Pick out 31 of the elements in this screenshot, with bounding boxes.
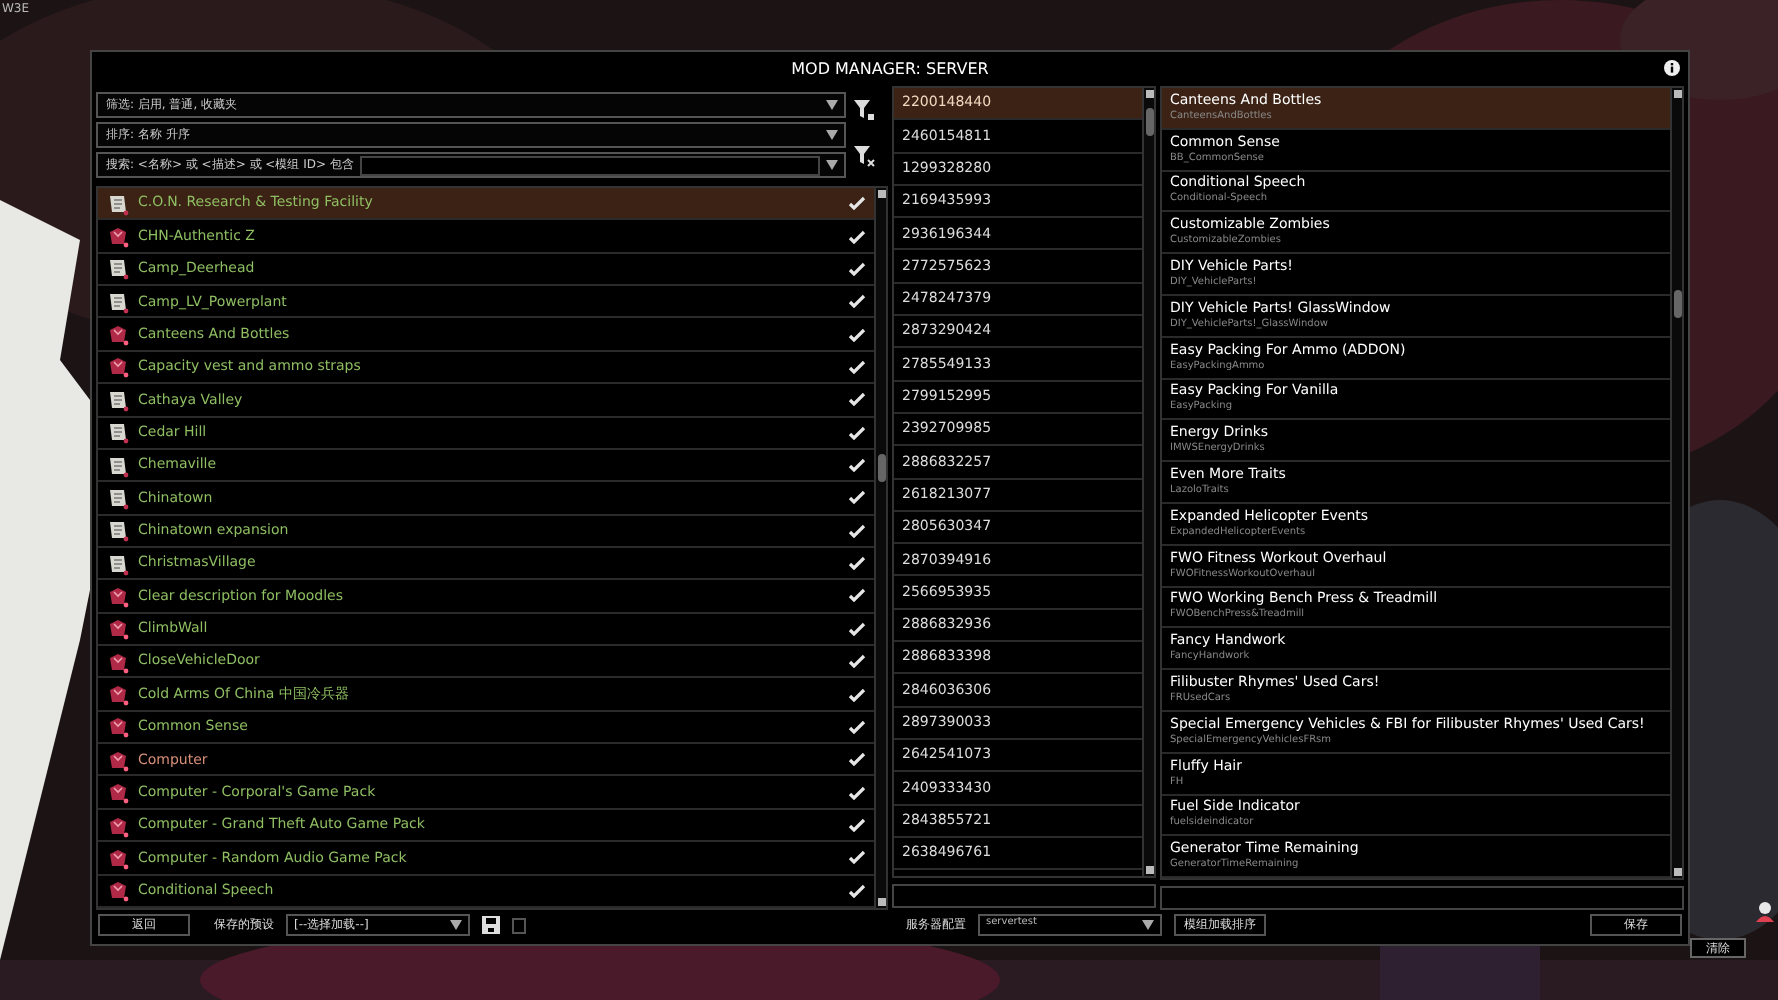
caret-icon [826, 160, 838, 170]
scrollbar[interactable] [1142, 88, 1154, 876]
info-icon[interactable] [1664, 60, 1680, 76]
clear-filter-icon[interactable] [854, 146, 876, 168]
bag-icon [106, 616, 130, 641]
text-field[interactable] [1160, 886, 1684, 911]
trash-icon[interactable] [512, 915, 526, 933]
bag-icon [106, 354, 130, 379]
person-icon [1756, 902, 1774, 922]
save-icon[interactable] [482, 915, 500, 933]
bag-icon [106, 682, 130, 707]
caret-icon [450, 919, 462, 929]
bag-icon [106, 845, 130, 870]
bag-icon [106, 583, 130, 608]
filter-icon[interactable] [854, 100, 876, 122]
text-field[interactable] [892, 884, 1156, 908]
bag-icon [106, 747, 130, 772]
scrollbar[interactable] [1670, 88, 1682, 879]
bag-icon [106, 649, 130, 674]
bag-icon [106, 322, 130, 347]
bag-icon [106, 878, 130, 903]
caret-icon [826, 100, 838, 110]
bag-icon [106, 813, 130, 837]
search-input[interactable] [359, 155, 820, 175]
caret-icon [826, 130, 838, 140]
scrollbar[interactable] [874, 188, 886, 908]
bag-icon [106, 714, 130, 739]
caret-icon [1142, 919, 1154, 929]
window-title: MOD MANAGER: SERVER [791, 57, 989, 81]
bag-icon [106, 780, 130, 805]
bag-icon [106, 224, 130, 249]
